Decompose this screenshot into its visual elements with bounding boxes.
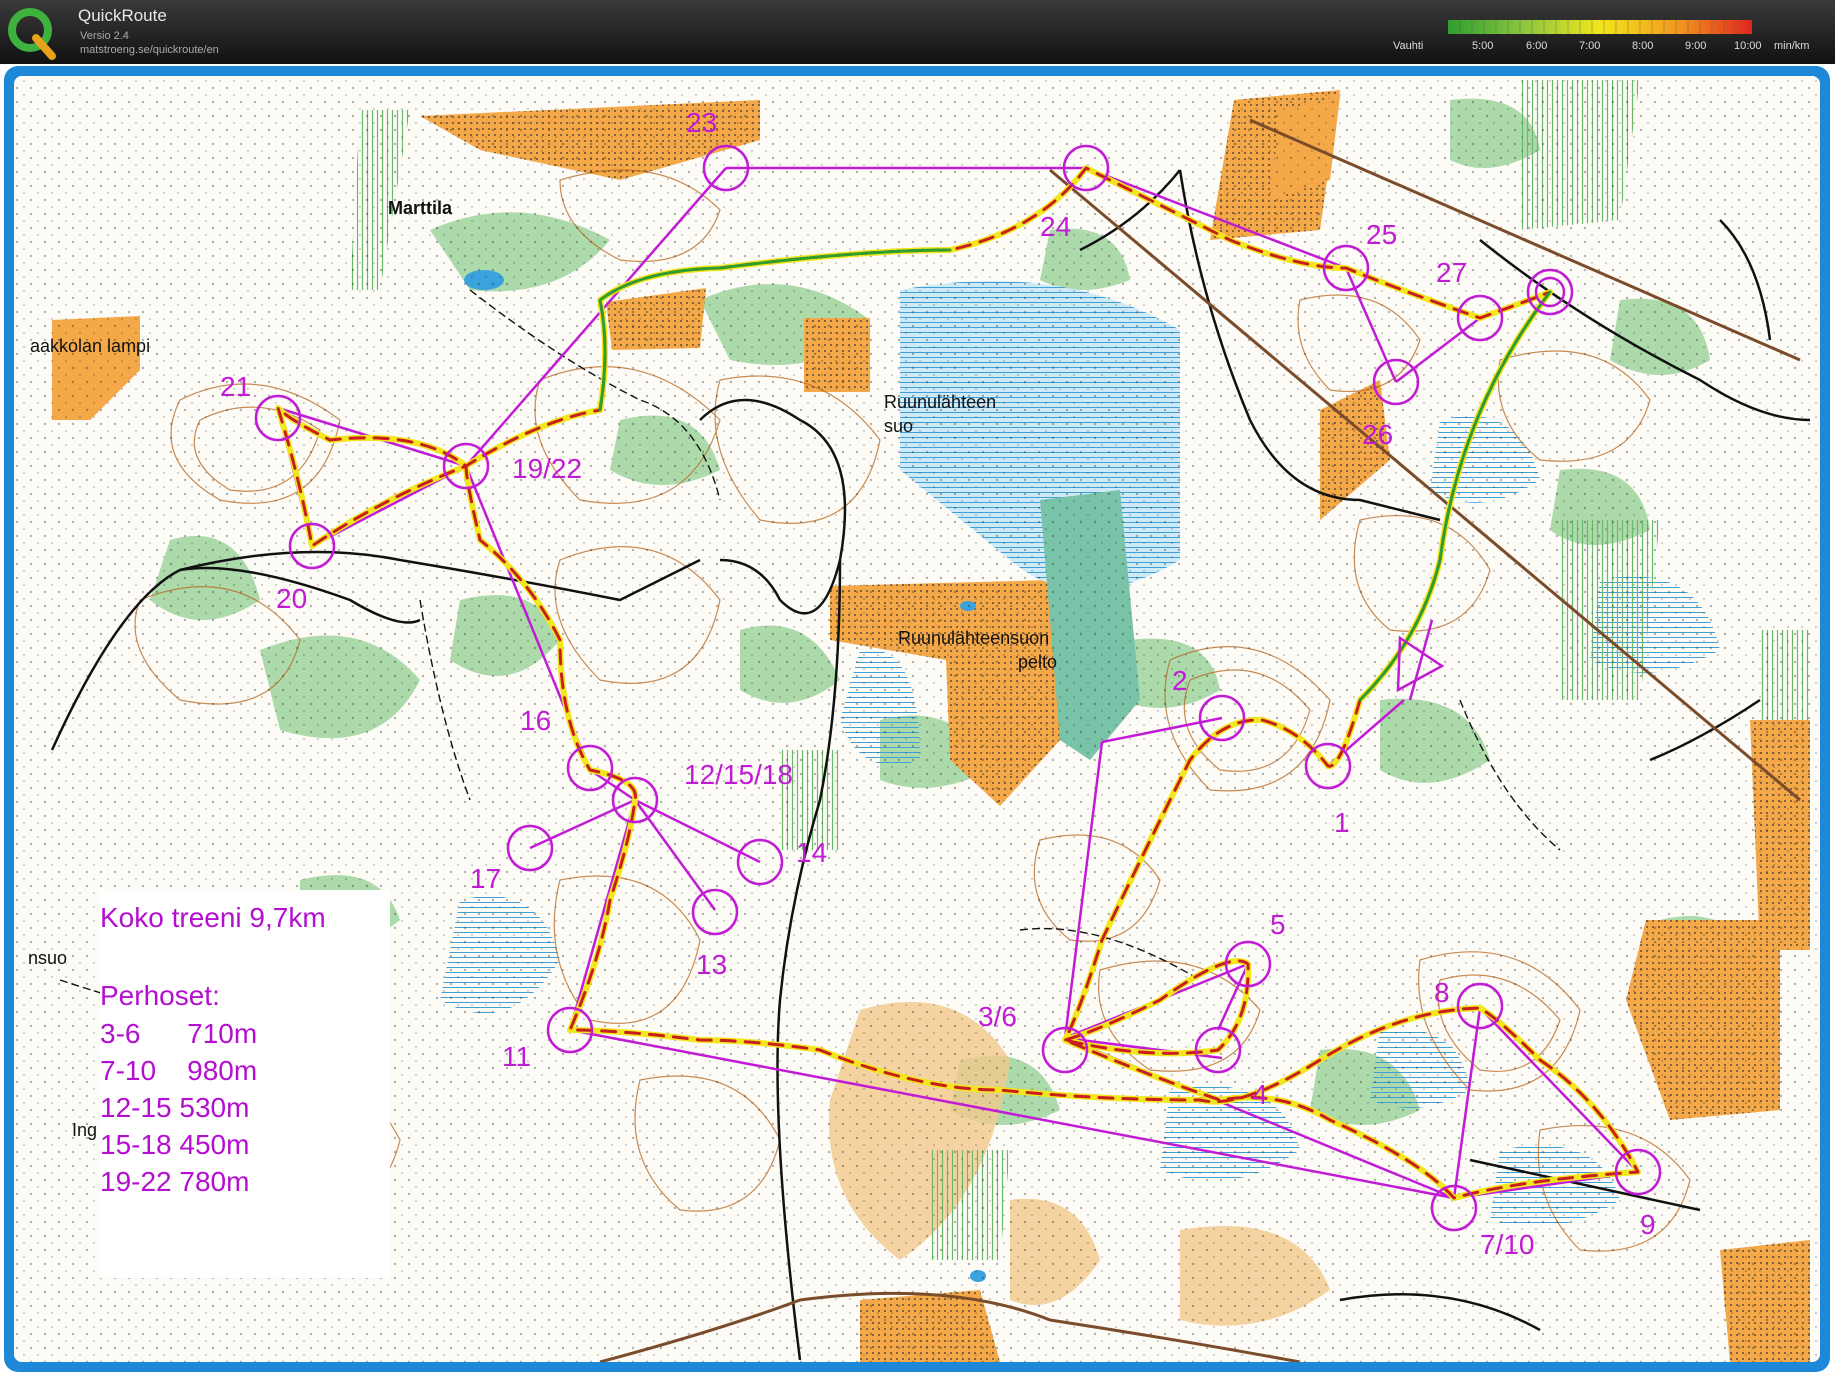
control-label: 16 xyxy=(520,705,551,736)
summary-row: 7-10 980m xyxy=(100,1055,258,1086)
control-label: 25 xyxy=(1366,219,1397,250)
place-label-marttila: Marttila xyxy=(388,198,453,218)
place-label-aakkolan-lampi: aakkolan lampi xyxy=(30,336,150,356)
control-label: 2 xyxy=(1172,665,1188,696)
place-label-suo: suo xyxy=(884,416,913,436)
app-title: QuickRoute xyxy=(78,6,167,25)
app-version: Versio 2.4 xyxy=(80,30,129,42)
control-label: 11 xyxy=(502,1041,531,1072)
pace-tick: 10:00 xyxy=(1734,40,1762,52)
control-label: 3/6 xyxy=(978,1001,1017,1032)
pace-tick: 5:00 xyxy=(1472,40,1494,52)
pace-color-bar xyxy=(1448,20,1752,34)
place-label-nsuo: nsuo xyxy=(28,948,67,968)
pace-tick: 8:00 xyxy=(1632,40,1654,52)
control-label: 7/10 xyxy=(1480,1229,1535,1260)
pace-tick: 7:00 xyxy=(1579,40,1601,52)
control-label: 14 xyxy=(796,837,827,868)
summary-row: 19-22 780m xyxy=(100,1166,250,1197)
place-label-ruunulahteensuon: Ruunulähteensuon xyxy=(898,628,1049,648)
app-url[interactable]: matstroeng.se/quickroute/en xyxy=(80,44,219,56)
control-label: 23 xyxy=(686,107,717,138)
control-label: 20 xyxy=(276,583,307,614)
control-label: 21 xyxy=(220,371,251,402)
summary-row: 3-6 710m xyxy=(100,1018,258,1049)
pace-tick: 6:00 xyxy=(1526,40,1548,52)
control-label: 17 xyxy=(470,863,501,894)
place-label-ruunulahteen: Ruunulähteen xyxy=(884,392,996,412)
summary-row: 15-18 450m xyxy=(100,1129,250,1160)
control-label: 5 xyxy=(1270,909,1286,940)
summary-subtitle: Perhoset: xyxy=(100,980,220,1011)
control-label: 8 xyxy=(1434,977,1450,1008)
control-label: 12/15/18 xyxy=(684,759,793,790)
place-label-pelto: pelto xyxy=(1018,652,1057,672)
control-label: 26 xyxy=(1362,419,1393,450)
app-header: QuickRoute Versio 2.4 matstroeng.se/quic… xyxy=(0,0,1835,64)
pace-tick: 9:00 xyxy=(1685,40,1707,52)
control-label: 1 xyxy=(1334,807,1350,838)
control-label: 27 xyxy=(1436,257,1467,288)
control-label: 24 xyxy=(1040,211,1071,242)
map-viewport[interactable]: Marttila aakkolan lampi Ruunulähteen suo… xyxy=(14,76,1820,1362)
training-summary-box: Koko treeni 9,7km Perhoset: 3-6 710m 7-1… xyxy=(100,890,390,1278)
quickroute-logo xyxy=(8,8,56,60)
summary-row: 12-15 530m xyxy=(100,1092,250,1123)
control-label: 4 xyxy=(1252,1079,1268,1110)
place-label-ing: Ing xyxy=(72,1120,97,1140)
pace-unit: min/km xyxy=(1774,40,1810,52)
control-label: 9 xyxy=(1640,1209,1656,1240)
summary-title: Koko treeni 9,7km xyxy=(100,902,326,933)
control-label: 19/22 xyxy=(512,453,582,484)
control-label: 13 xyxy=(696,949,727,980)
pace-legend-label: Vauhti xyxy=(1393,40,1424,52)
